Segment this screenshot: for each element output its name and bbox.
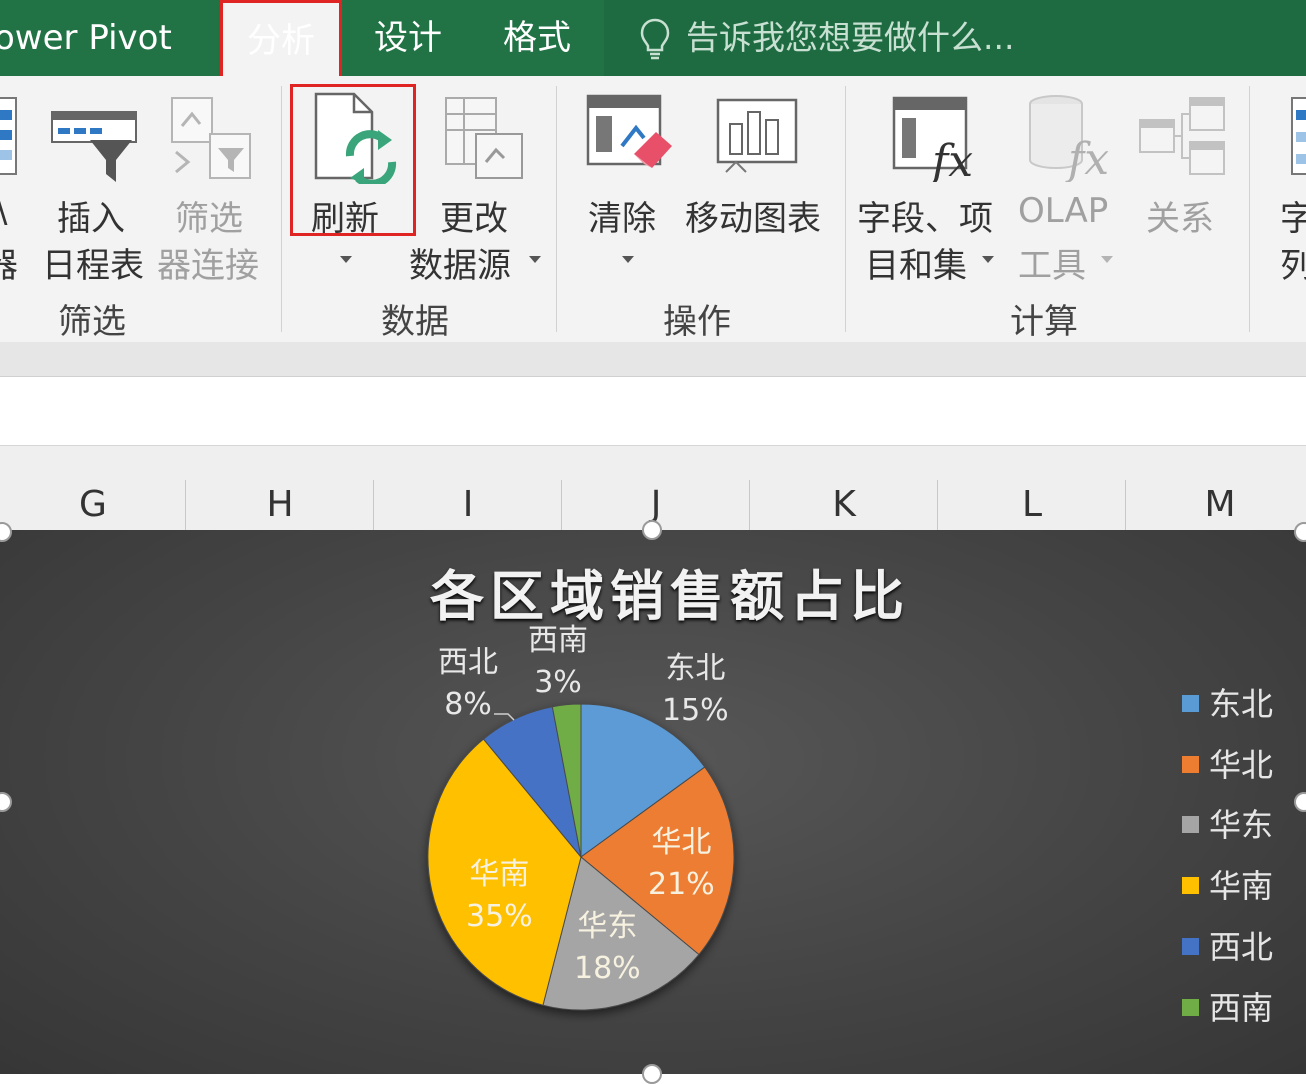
resize-handle[interactable]	[642, 520, 662, 540]
column-header[interactable]: L	[938, 480, 1126, 530]
field-list-label-2: 列	[1280, 246, 1306, 286]
timeline-label-1: 插入	[57, 199, 125, 239]
change-data-source-icon	[445, 97, 523, 179]
slicer-icon	[0, 97, 17, 175]
svg-text:fx: fx	[929, 136, 973, 182]
timeline-filter-icon	[51, 111, 137, 182]
data-label-percent: 35%	[466, 899, 533, 934]
fields-items-fx-icon: fx	[892, 96, 973, 182]
lightbulb-icon	[640, 18, 670, 60]
ribbon-bottom-strip	[0, 342, 1306, 377]
legend-label: 西北	[1209, 928, 1274, 966]
slicer-label-2: 器	[0, 246, 18, 286]
tell-me-text: 告诉我您想要做什么...	[686, 18, 1015, 57]
calculations-group-label: 计算	[1010, 302, 1078, 342]
olap-database-icon: fx	[1029, 95, 1109, 182]
column-header[interactable]: I	[374, 480, 562, 530]
tab-design[interactable]: 设计	[374, 0, 442, 76]
filter-connections-icon	[171, 97, 251, 179]
move-chart-icon	[716, 98, 798, 173]
data-label-xinan[interactable]: 西南 3%	[528, 620, 588, 704]
data-label-name: 华南	[469, 857, 530, 892]
formula-bar-area[interactable]	[0, 377, 1306, 446]
group-separator	[1249, 86, 1250, 332]
resize-handle[interactable]	[642, 1064, 662, 1084]
fields-items-dropdown-arrow[interactable]	[982, 256, 994, 263]
legend-swatch	[1182, 999, 1199, 1016]
legend-label: 东北	[1209, 685, 1274, 723]
legend-swatch	[1182, 938, 1199, 955]
data-label-huadong[interactable]: 华东 18%	[574, 906, 641, 990]
data-label-name: 华东	[577, 909, 638, 944]
pie-plot[interactable]	[0, 530, 1306, 1074]
legend-label: 华北	[1209, 746, 1274, 784]
data-label-name: 华北	[651, 825, 712, 860]
tab-power-pivot[interactable]: ower Pivot	[0, 0, 172, 76]
column-header[interactable]: M	[1126, 480, 1306, 530]
data-label-xibei[interactable]: 西北 8%	[438, 642, 498, 726]
data-label-name: 西南	[528, 623, 588, 658]
timeline-label-2: 日程表	[42, 246, 144, 286]
legend-swatch	[1182, 756, 1199, 773]
column-header[interactable]: H	[186, 480, 374, 530]
legend-label: 华南	[1209, 867, 1274, 905]
data-label-dongbei[interactable]: 东北 15%	[662, 648, 729, 732]
group-separator	[556, 86, 557, 332]
group-separator	[845, 86, 846, 332]
clear-eraser-icon	[586, 94, 672, 168]
field-list-icon	[1291, 97, 1306, 175]
relationships-label: 关系	[1146, 199, 1214, 239]
pie-chart-area[interactable]: 各区域销售额占比 东北 15% 华北 21% 华东 18% 华南 35% 西北 …	[0, 520, 1306, 1084]
clear-dropdown-arrow[interactable]	[622, 256, 634, 263]
legend-label: 华东	[1209, 806, 1274, 844]
filter-connections-label-2: 器连接	[157, 246, 259, 286]
data-label-percent: 15%	[662, 693, 729, 728]
tab-format[interactable]: 格式	[503, 0, 571, 76]
column-header-row: G H I J K L M	[0, 446, 1306, 531]
filter-connections-label-1: 筛选	[175, 199, 243, 239]
filter-group-label: 筛选	[58, 302, 126, 342]
svg-text:fx: fx	[1065, 134, 1109, 182]
clear-label: 清除	[588, 199, 656, 239]
data-label-huabei[interactable]: 华北 21%	[648, 822, 715, 906]
olap-label-2: 工具	[1018, 246, 1086, 286]
olap-dropdown-arrow	[1101, 256, 1113, 263]
actions-group-label: 操作	[663, 302, 731, 342]
legend-swatch	[1182, 877, 1199, 894]
legend-swatch	[1182, 695, 1199, 712]
olap-label-1: OLAP	[1018, 191, 1109, 231]
data-label-name: 东北	[665, 651, 726, 686]
refresh-highlight-box	[290, 84, 416, 236]
refresh-dropdown-arrow[interactable]	[340, 256, 352, 263]
tell-me-search[interactable]: 告诉我您想要做什么...	[604, 0, 1306, 76]
fields-items-label-2: 目和集	[865, 246, 967, 286]
group-separator	[281, 86, 282, 332]
move-chart-label: 移动图表	[685, 199, 821, 239]
field-list-label-1: 字	[1280, 199, 1306, 239]
column-header[interactable]: K	[750, 480, 938, 530]
data-label-percent: 8%	[444, 687, 492, 722]
change-source-label-1: 更改	[440, 199, 508, 239]
column-header[interactable]: G	[0, 480, 186, 530]
ribbon: \ 器 插入 日程表 筛选 器连接 筛选	[0, 76, 1306, 342]
ribbon-tab-bar: ower Pivot 分析 设计 格式 告诉我您想要做什么...	[0, 0, 1306, 76]
tab-analyze[interactable]: 分析	[220, 0, 342, 76]
data-group-label: 数据	[381, 302, 449, 342]
data-label-percent: 3%	[534, 665, 582, 700]
fields-items-label-1: 字段、项	[857, 199, 993, 239]
relationships-icon	[1139, 97, 1225, 175]
data-label-percent: 21%	[648, 867, 715, 902]
data-label-percent: 18%	[574, 951, 641, 986]
slicer-label-1: \	[0, 191, 7, 231]
change-source-label-2: 数据源	[409, 246, 511, 286]
data-label-huanan[interactable]: 华南 35%	[466, 854, 533, 938]
data-label-name: 西北	[438, 645, 498, 680]
legend-label: 西南	[1209, 989, 1274, 1027]
legend-swatch	[1182, 816, 1199, 833]
change-source-dropdown-arrow[interactable]	[529, 256, 541, 263]
